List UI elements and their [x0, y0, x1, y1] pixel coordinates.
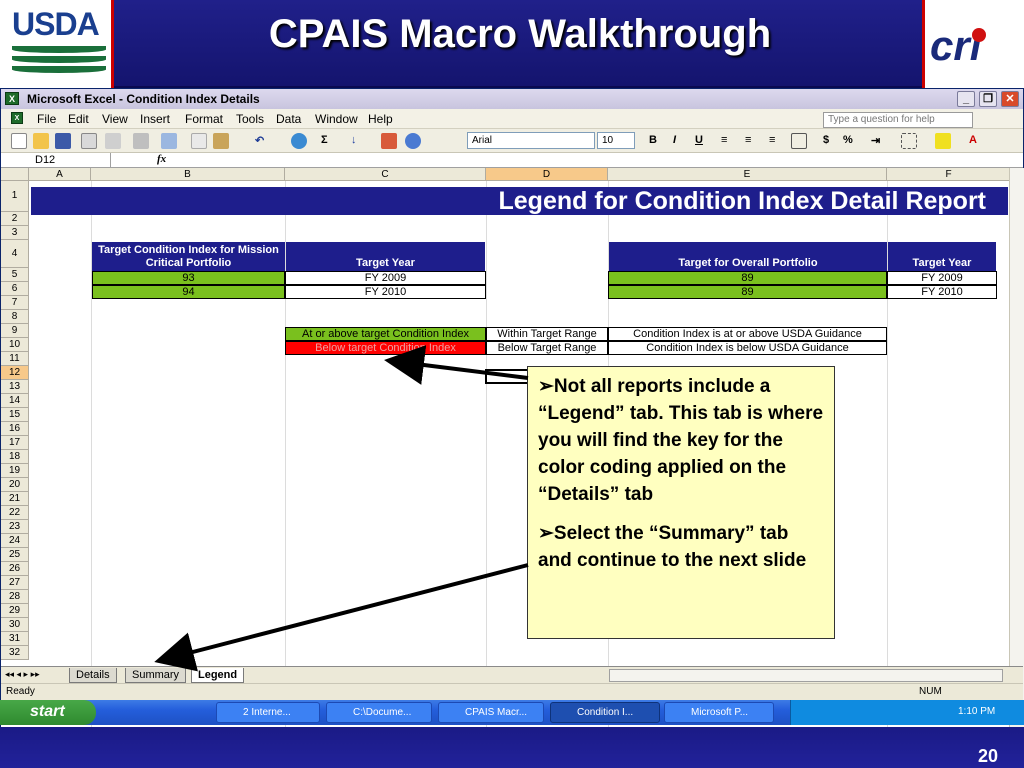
arrow-to-summary-tab: [154, 563, 529, 672]
page-number: 20: [978, 746, 999, 766]
arrow-to-legend-rows: [384, 345, 529, 385]
callout-arrows: [154, 345, 529, 672]
slide-footer: [0, 727, 1024, 768]
